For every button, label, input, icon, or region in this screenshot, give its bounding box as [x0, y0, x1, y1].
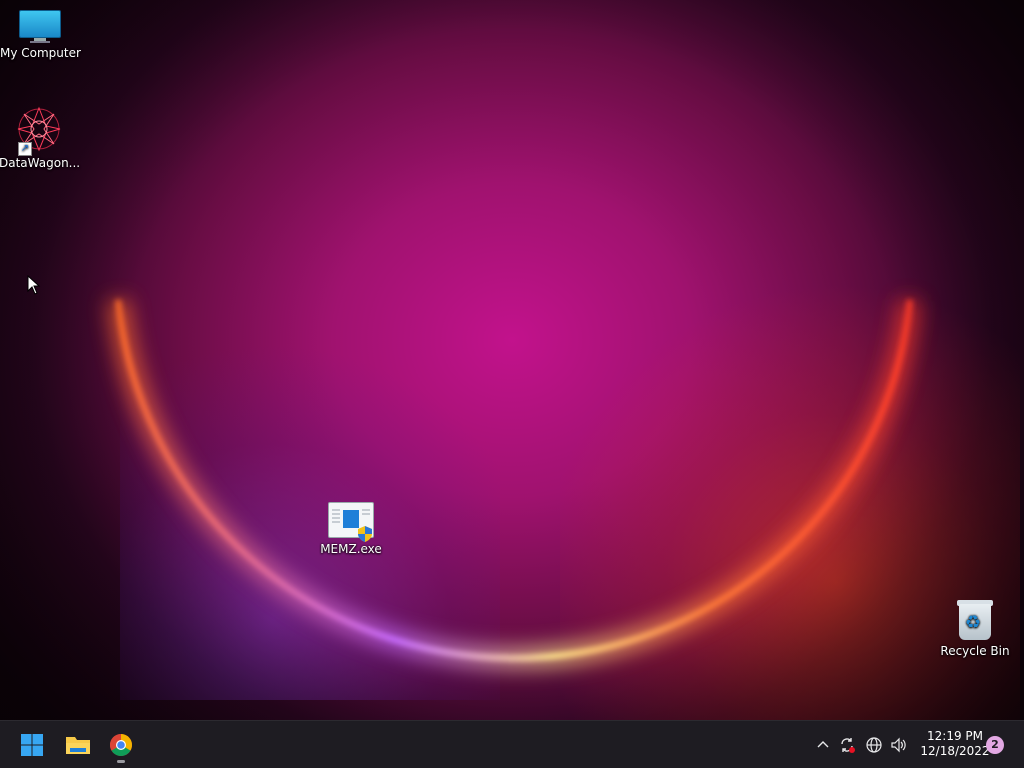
desktop-icon-label: Recycle Bin [940, 644, 1010, 658]
taskbar: 12:19 PM 12/18/2022 2 [0, 720, 1024, 768]
executable-icon [328, 502, 374, 542]
volume-tray-button[interactable] [889, 735, 909, 755]
show-hidden-icons-button[interactable] [813, 735, 833, 755]
running-indicator [117, 760, 125, 763]
desktop-icon-label: DataWagon... [0, 156, 81, 170]
desktop-icon-recycle-bin[interactable]: ♻ Recycle Bin [935, 598, 1015, 658]
chrome-icon [110, 734, 132, 756]
uac-shield-icon [358, 526, 372, 542]
folder-icon [66, 737, 90, 754]
network-icon [866, 737, 882, 753]
chrome-taskbar-button[interactable] [103, 727, 139, 763]
chevron-up-icon [817, 741, 829, 748]
desktop-icon-label: My Computer [0, 46, 81, 60]
network-tray-button[interactable] [864, 735, 884, 755]
start-button[interactable] [14, 727, 50, 763]
wallpaper-vignette [0, 0, 1024, 720]
volume-icon [891, 737, 906, 753]
datawagon-shortcut-icon: ↗ [16, 106, 62, 156]
file-explorer-button[interactable] [59, 727, 95, 763]
mouse-cursor-icon [27, 275, 41, 295]
desktop-icon-datawagon[interactable]: ↗ DataWagon... [0, 106, 81, 170]
windows-start-icon [21, 734, 43, 756]
shortcut-arrow-icon: ↗ [18, 142, 32, 156]
desktop-icon-my-computer[interactable]: My Computer [0, 10, 81, 60]
sync-icon [841, 738, 855, 753]
computer-icon [19, 10, 61, 43]
desktop-icon-memz[interactable]: MEMZ.exe [311, 502, 391, 556]
recycle-bin-icon: ♻ [957, 598, 993, 640]
desktop-wallpaper [0, 0, 1024, 720]
sync-tray-button[interactable] [837, 735, 857, 755]
desktop-icon-label: MEMZ.exe [320, 542, 382, 556]
notification-badge[interactable]: 2 [986, 736, 1004, 754]
